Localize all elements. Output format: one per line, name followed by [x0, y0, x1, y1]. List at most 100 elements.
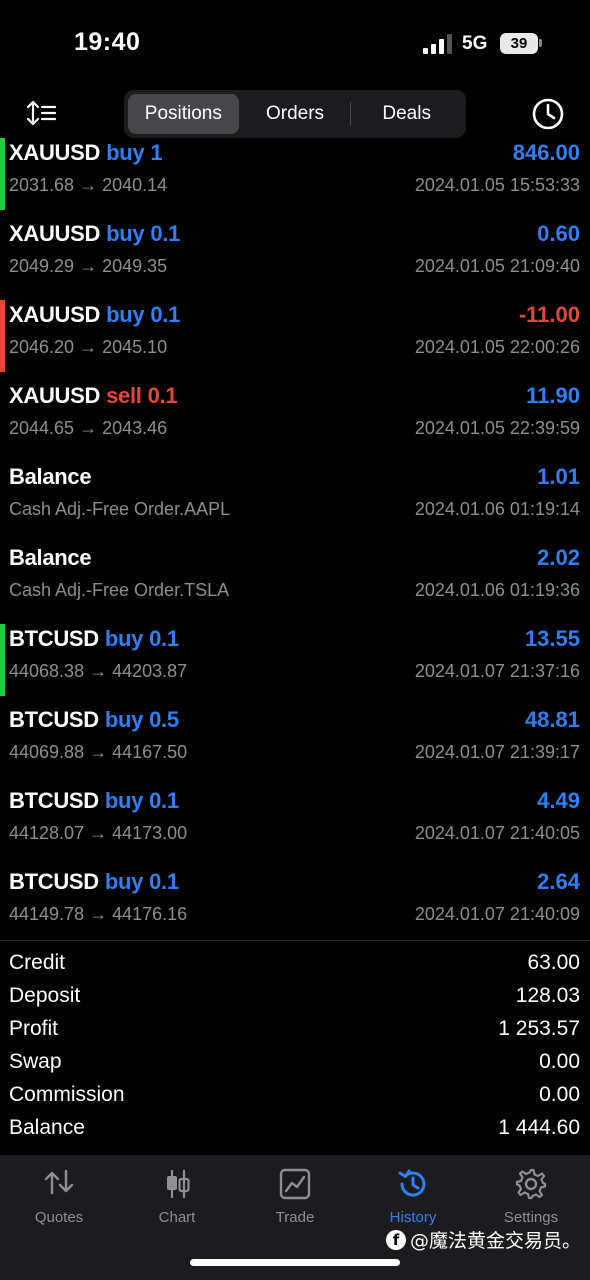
- deal-volume: 0.1: [149, 869, 179, 894]
- sort-icon: [27, 100, 57, 126]
- deal-prices: Cash Adj.-Free Order.AAPL: [9, 499, 231, 519]
- deal-title: XAUUSD sell 0.1: [9, 383, 178, 409]
- summary-value: 0.00: [539, 1083, 580, 1106]
- deal-indicator-bar: [0, 138, 5, 210]
- tab-chart[interactable]: Chart: [118, 1167, 236, 1231]
- deal-row[interactable]: BTCUSD buy 0.5 44069.88 → 44167.50 48.81 2024…: [0, 696, 590, 777]
- summary-row-swap: Swap 0.00: [0, 1047, 590, 1080]
- deal-time: 2024.01.07 21:40:09: [414, 904, 580, 924]
- deal-prices: Cash Adj.-Free Order.TSLA: [9, 580, 230, 600]
- tab-deals[interactable]: Deals: [351, 94, 462, 134]
- tab-label: Quotes: [34, 1209, 84, 1226]
- deal-prices: 2031.68 → 2040.14: [9, 175, 168, 195]
- summary-value: 128.03: [515, 984, 580, 1007]
- summary-value: 0.00: [539, 1050, 580, 1073]
- deal-prices: 44069.88 → 44167.50: [9, 742, 188, 762]
- deal-symbol: Balance: [9, 545, 92, 570]
- deal-profit: 4.49: [537, 788, 580, 813]
- deal-row[interactable]: BTCUSD buy 0.1 44068.38 → 44203.87 13.55 2024…: [0, 615, 590, 696]
- signal-icon: [423, 34, 453, 54]
- deal-title: BTCUSD buy 0.1: [9, 788, 179, 814]
- tab-label: Chart: [158, 1209, 196, 1226]
- summary-value: 63.00: [527, 951, 580, 974]
- deal-profit: 2.64: [537, 869, 580, 894]
- deal-side: buy: [104, 869, 144, 894]
- summary-row-credit: Credit 63.00: [0, 948, 590, 981]
- deal-volume: 0.1: [147, 383, 178, 408]
- deal-side: buy: [104, 788, 144, 813]
- deal-title: BTCUSD buy 0.1: [9, 869, 179, 895]
- deal-side: buy: [106, 140, 145, 165]
- deal-title: XAUUSD buy 1: [9, 140, 163, 166]
- deal-prices: 44128.07 → 44173.00: [9, 823, 188, 843]
- tab-history[interactable]: History: [354, 1167, 472, 1231]
- tab-quotes[interactable]: Quotes: [0, 1167, 118, 1231]
- time-filter-button[interactable]: [530, 96, 566, 132]
- summary-label: Credit: [9, 951, 66, 974]
- deal-symbol: Balance: [9, 464, 92, 489]
- summary-row-deposit: Deposit 128.03: [0, 981, 590, 1014]
- deal-prices: 2046.20 → 2045.10: [9, 337, 168, 357]
- deal-row[interactable]: XAUUSD buy 0.1 2046.20 → 2045.10 -11.00 2024.…: [0, 291, 590, 372]
- summary-row-balance: Balance 1 444.60: [0, 1113, 590, 1146]
- facebook-icon: f: [386, 1229, 406, 1250]
- deal-row[interactable]: BTCUSD buy 0.1 44128.07 → 44173.00 4.49 2024.…: [0, 777, 590, 858]
- deal-side: buy: [104, 626, 144, 651]
- network-type: 5G: [462, 33, 488, 54]
- summary-value: 1 253.57: [498, 1017, 580, 1040]
- home-indicator[interactable]: [190, 1259, 400, 1266]
- quotes-icon: [44, 1169, 74, 1195]
- battery-tip: [539, 39, 542, 47]
- deal-time: 2024.01.05 15:53:33: [414, 175, 580, 195]
- battery-icon: 39: [500, 33, 538, 54]
- segmented-control: Positions Orders Deals: [124, 90, 466, 138]
- deal-symbol: XAUUSD: [9, 140, 101, 165]
- chart-icon: [167, 1170, 190, 1198]
- deal-time: 2024.01.05 21:09:40: [414, 256, 580, 276]
- trade-icon: [279, 1168, 311, 1200]
- deal-row[interactable]: BTCUSD buy 0.1 44149.78 → 44176.16 2.64 2024.…: [0, 858, 590, 938]
- history-icon: [398, 1169, 426, 1197]
- deal-symbol: BTCUSD: [9, 707, 99, 732]
- watermark-text: @魔法黄金交易员。: [410, 1230, 582, 1252]
- deal-symbol: XAUUSD: [9, 221, 101, 246]
- deal-title: Balance: [9, 545, 92, 571]
- deal-side: buy: [106, 221, 145, 246]
- deal-row[interactable]: XAUUSD sell 0.1 2044.65 → 2043.46 11.90 2024.…: [0, 372, 590, 453]
- deal-volume: 0.1: [150, 302, 181, 327]
- deal-title: BTCUSD buy 0.1: [9, 626, 179, 652]
- summary-label: Swap: [9, 1050, 62, 1073]
- deal-row[interactable]: Balance Cash Adj.-Free Order.TSLA 2.02 2024…: [0, 534, 590, 615]
- tab-orders[interactable]: Orders: [240, 94, 351, 134]
- deal-row[interactable]: XAUUSD buy 0.1 2049.29 → 2049.35 0.60 2024.01…: [0, 210, 590, 291]
- deal-volume: 0.5: [149, 707, 179, 732]
- summary-row-profit: Profit 1 253.57: [0, 1014, 590, 1047]
- deals-list[interactable]: XAUUSD buy 1 2031.68 → 2040.14 846.00 2024.01…: [0, 138, 590, 938]
- deal-side: buy: [104, 707, 144, 732]
- deal-prices: 2044.65 → 2043.46: [9, 418, 168, 438]
- deal-indicator-bar: [0, 624, 5, 696]
- summary-label: Deposit: [9, 984, 81, 1007]
- deal-profit: 11.90: [526, 383, 580, 408]
- deal-row[interactable]: Balance Cash Adj.-Free Order.AAPL 1.01 2024…: [0, 453, 590, 534]
- deal-volume: 0.1: [150, 221, 181, 246]
- deal-time: 2024.01.06 01:19:14: [414, 499, 580, 519]
- deal-row[interactable]: XAUUSD buy 1 2031.68 → 2040.14 846.00 2024.01…: [0, 138, 590, 210]
- tab-trade[interactable]: Trade: [236, 1167, 354, 1231]
- deal-time: 2024.01.07 21:37:16: [414, 661, 580, 681]
- summary-value: 1 444.60: [498, 1116, 580, 1139]
- clock-icon: [532, 98, 564, 130]
- settings-icon: [515, 1168, 547, 1200]
- deal-profit: -11.00: [518, 302, 580, 327]
- deal-volume: 0.1: [149, 626, 179, 651]
- tab-label: Settings: [503, 1209, 559, 1226]
- watermark: f @魔法黄金交易员。: [386, 1226, 581, 1253]
- tab-settings[interactable]: Settings: [472, 1167, 590, 1231]
- deal-prices: 2049.29 → 2049.35: [9, 256, 168, 276]
- tab-positions[interactable]: Positions: [128, 94, 239, 134]
- deal-title: BTCUSD buy 0.5: [9, 707, 179, 733]
- deal-title: XAUUSD buy 0.1: [9, 302, 180, 328]
- sort-button[interactable]: [22, 95, 62, 131]
- deal-time: 2024.01.06 01:19:36: [414, 580, 580, 600]
- status-time: 19:40: [74, 28, 141, 56]
